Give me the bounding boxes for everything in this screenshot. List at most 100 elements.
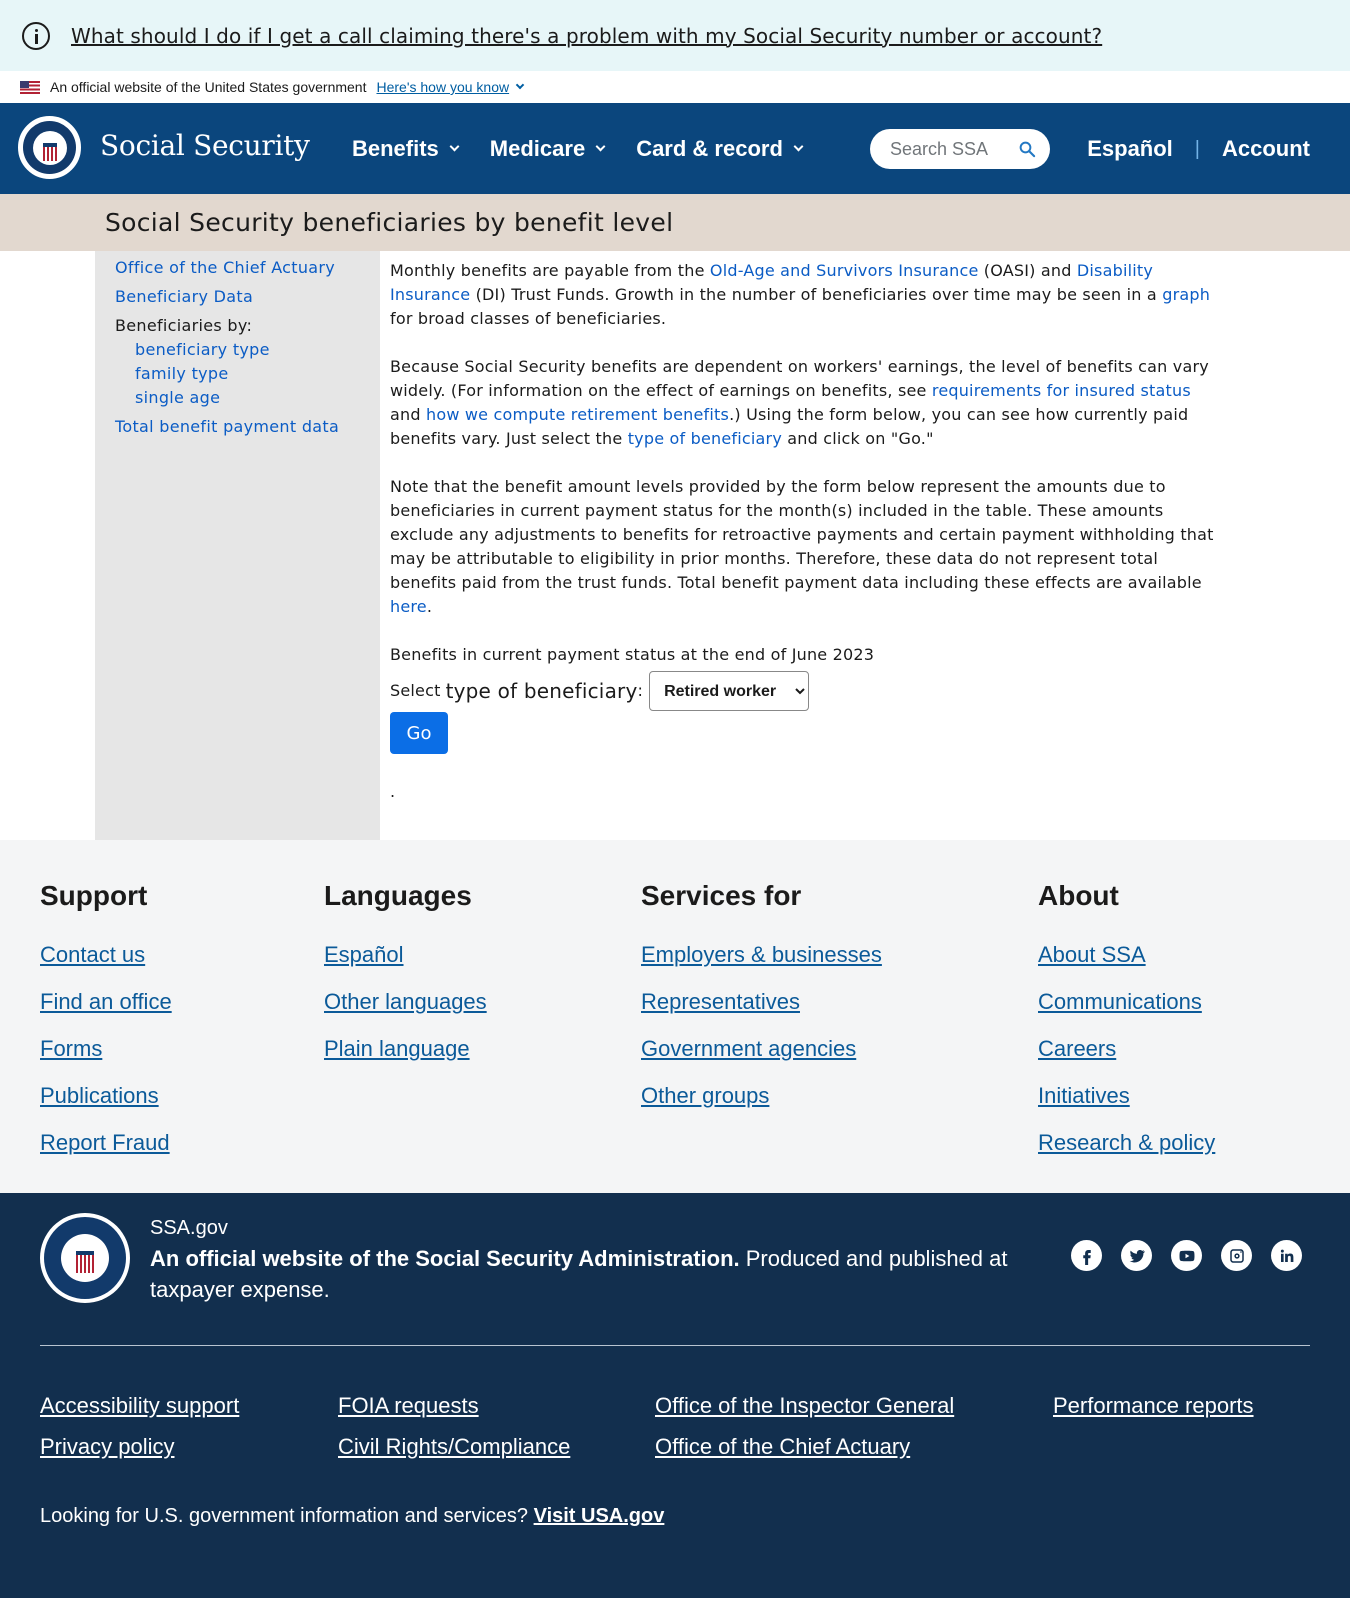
chevron-down-icon[interactable] xyxy=(515,80,525,90)
footer-link-privacy[interactable]: Privacy policy xyxy=(40,1434,174,1460)
main-nav: Benefits Medicare Card & record xyxy=(352,136,834,162)
nav-benefits[interactable]: Benefits xyxy=(352,136,460,162)
footer-link-chief-actuary[interactable]: Office of the Chief Actuary xyxy=(655,1434,910,1460)
text: (OASI) and xyxy=(978,261,1077,280)
sidebar-item-chief-actuary[interactable]: Office of the Chief Actuary xyxy=(115,258,335,277)
footer-link-initiatives[interactable]: Initiatives xyxy=(1038,1083,1215,1108)
footer-link-civil-rights[interactable]: Civil Rights/Compliance xyxy=(338,1434,570,1460)
nav-card-record[interactable]: Card & record xyxy=(636,136,804,162)
search-icon[interactable] xyxy=(1018,140,1036,158)
footer-col-about: About About SSA Communications Careers I… xyxy=(1038,880,1215,1177)
divider: | xyxy=(1194,137,1200,160)
chevron-down-icon xyxy=(449,141,460,152)
scam-call-alert-link[interactable]: What should I do if I get a call claimin… xyxy=(71,24,1102,48)
oasi-link[interactable]: Old-Age and Survivors Insurance xyxy=(710,261,979,280)
footer-link-contact-us[interactable]: Contact us xyxy=(40,942,172,967)
insured-status-link[interactable]: requirements for insured status xyxy=(932,381,1191,400)
usa-gov-line: Looking for U.S. government information … xyxy=(40,1505,664,1528)
sidebar-subitems: beneficiary type family type single age xyxy=(115,338,380,410)
official-bold: An official website of the Social Securi… xyxy=(150,1246,740,1271)
footer-link-other-groups[interactable]: Other groups xyxy=(641,1083,882,1108)
footer-link-accessibility[interactable]: Accessibility support xyxy=(40,1393,239,1419)
here-link[interactable]: here xyxy=(390,597,427,616)
footer-col-support: Support Contact us Find an office Forms … xyxy=(40,880,172,1177)
graph-link[interactable]: graph xyxy=(1162,285,1210,304)
facebook-icon[interactable] xyxy=(1071,1240,1102,1271)
footer-divider xyxy=(40,1345,1310,1346)
us-flag-icon xyxy=(20,80,40,94)
sidebar-item-beneficiary-type[interactable]: beneficiary type xyxy=(135,338,380,362)
footer-link-foia[interactable]: FOIA requests xyxy=(338,1393,479,1419)
text: Note that the benefit amount levels prov… xyxy=(390,477,1214,592)
paragraph-note: Note that the benefit amount levels prov… xyxy=(390,475,1220,619)
brand-home-link[interactable]: Social Security xyxy=(100,129,310,162)
official-website-statement: An official website of the Social Securi… xyxy=(150,1243,1040,1305)
footer-heading-languages: Languages xyxy=(324,880,472,911)
footer-link-research-policy[interactable]: Research & policy xyxy=(1038,1130,1215,1155)
type-of-beneficiary-link[interactable]: type of beneficiary xyxy=(628,429,782,448)
colon: : xyxy=(637,681,644,700)
ssa-seal-logo[interactable] xyxy=(18,116,81,179)
nav-medicare[interactable]: Medicare xyxy=(489,136,606,162)
heres-how-you-know-link[interactable]: Here's how you know xyxy=(376,79,509,95)
header-utility-links: Español | Account xyxy=(1087,136,1310,162)
footer-link-employers[interactable]: Employers & businesses xyxy=(641,942,882,967)
footer-link-about-ssa[interactable]: About SSA xyxy=(1038,942,1215,967)
sidebar-item-total-benefit-payment[interactable]: Total benefit payment data xyxy=(115,417,339,436)
footer-link-other-languages[interactable]: Other languages xyxy=(324,989,487,1014)
instagram-icon[interactable] xyxy=(1221,1240,1252,1271)
paragraph-trust-funds: Monthly benefits are payable from the Ol… xyxy=(390,259,1220,331)
beneficiary-type-select[interactable]: Retired worker xyxy=(649,671,810,711)
footer-heading-support: Support xyxy=(40,880,148,911)
text: . xyxy=(426,597,433,616)
payment-status-text: Benefits in current payment status at th… xyxy=(390,645,875,664)
paragraph-earnings: Because Social Security benefits are dep… xyxy=(390,355,1220,451)
page-title: Social Security beneficiaries by benefit… xyxy=(105,208,674,237)
footer-link-careers[interactable]: Careers xyxy=(1038,1036,1215,1061)
trailing-period: . xyxy=(390,782,396,801)
linkedin-icon[interactable] xyxy=(1271,1240,1302,1271)
text: for broad classes of beneficiaries. xyxy=(390,309,667,328)
select-label-big: type of beneficiary xyxy=(445,679,638,703)
footer-link-forms[interactable]: Forms xyxy=(40,1036,172,1061)
footer-link-find-office[interactable]: Find an office xyxy=(40,989,172,1014)
twitter-icon[interactable] xyxy=(1121,1240,1152,1271)
beneficiary-select-row: Select type of beneficiary: Retired work… xyxy=(390,671,1220,711)
footer-heading-about: About xyxy=(1038,880,1119,911)
go-button[interactable]: Go xyxy=(390,712,448,754)
select-label: Select xyxy=(390,681,441,700)
footer-link-government-agencies[interactable]: Government agencies xyxy=(641,1036,882,1061)
account-link[interactable]: Account xyxy=(1222,136,1310,162)
ssa-gov-label: SSA.gov xyxy=(150,1217,228,1239)
footer-link-plain-language[interactable]: Plain language xyxy=(324,1036,487,1061)
footer-link-communications[interactable]: Communications xyxy=(1038,989,1215,1014)
footer-link-publications[interactable]: Publications xyxy=(40,1083,172,1108)
search-box xyxy=(870,129,1050,169)
compute-benefits-link[interactable]: how we compute retirement benefits xyxy=(426,405,729,424)
nav-medicare-label: Medicare xyxy=(489,136,586,161)
text: Monthly benefits are payable from the xyxy=(390,261,710,280)
sidebar-item-single-age[interactable]: single age xyxy=(135,386,380,410)
footer-link-representatives[interactable]: Representatives xyxy=(641,989,882,1014)
nav-benefits-label: Benefits xyxy=(352,136,439,161)
chevron-down-icon xyxy=(595,141,606,152)
search-input[interactable] xyxy=(890,138,1015,160)
footer-link-espanol[interactable]: Español xyxy=(324,942,487,967)
espanol-link[interactable]: Español xyxy=(1087,136,1173,162)
footer-col-services: Services for Employers & businesses Repr… xyxy=(641,880,882,1130)
sidebar-beneficiaries-by-label: Beneficiaries by: xyxy=(115,316,253,335)
sidebar-item-beneficiary-data[interactable]: Beneficiary Data xyxy=(115,287,253,306)
ssa-seal-logo xyxy=(40,1213,130,1303)
visit-usa-gov-link[interactable]: Visit USA.gov xyxy=(534,1505,665,1527)
youtube-icon[interactable] xyxy=(1171,1240,1202,1271)
footer-link-performance-reports[interactable]: Performance reports xyxy=(1053,1393,1254,1419)
usa-text: Looking for U.S. government information … xyxy=(40,1505,534,1527)
social-links xyxy=(1052,1240,1302,1271)
site-header: Social Security Benefits Medicare Card &… xyxy=(0,103,1350,194)
sidebar: Office of the Chief Actuary Beneficiary … xyxy=(95,251,380,840)
sidebar-item-family-type[interactable]: family type xyxy=(135,362,380,386)
footer-link-inspector-general[interactable]: Office of the Inspector General xyxy=(655,1393,954,1419)
footer-link-report-fraud[interactable]: Report Fraud xyxy=(40,1130,172,1155)
gov-banner: An official website of the United States… xyxy=(0,71,1350,103)
footer-heading-services: Services for xyxy=(641,880,802,911)
